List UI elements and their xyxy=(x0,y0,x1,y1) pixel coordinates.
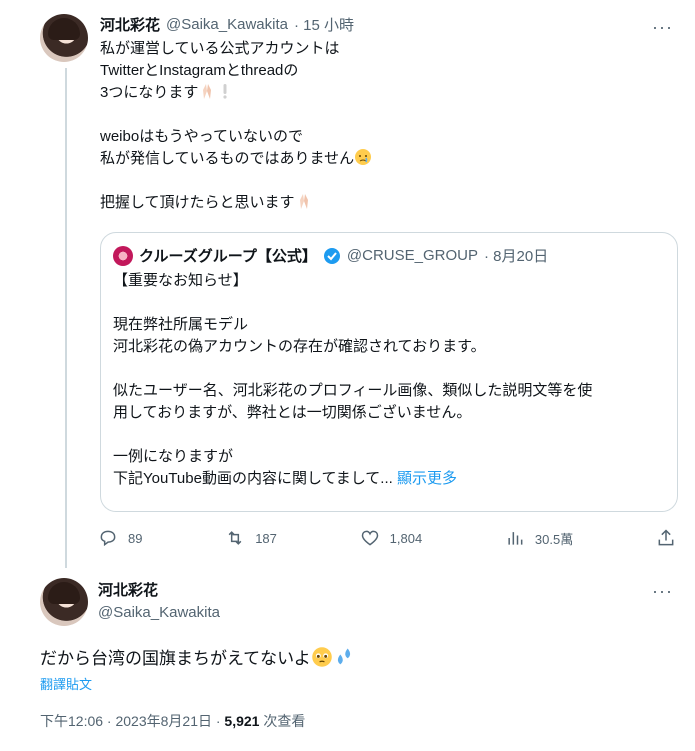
views-button[interactable]: 30.5萬 xyxy=(505,528,573,548)
quoted-tweet-card[interactable]: クルーズグループ【公式】 @CRUSE_GROUP · 8月20日 【重要なお知… xyxy=(100,232,678,512)
tweet-line: TwitterとInstagramとthreadの xyxy=(100,62,299,79)
translate-post-link[interactable]: 翻譯貼文 xyxy=(40,674,92,693)
reply-count: 89 xyxy=(128,530,143,546)
quoted-account-name: クルーズグループ【公式】 xyxy=(139,248,317,265)
quoted-account-handle: @CRUSE_GROUP xyxy=(346,247,478,264)
heart-icon xyxy=(361,530,378,546)
retweet-button[interactable]: 187 xyxy=(225,528,277,548)
views-label: 次查看 xyxy=(259,713,306,729)
author-handle[interactable]: @Saika_Kawakita xyxy=(98,602,220,624)
tweet-metadata: 下午12:06 · 2023年8月21日 · 5,921 次查看 xyxy=(40,711,305,731)
reply-icon xyxy=(100,530,116,547)
tweet-line xyxy=(100,170,670,192)
share-icon xyxy=(658,529,674,546)
analytics-icon xyxy=(508,532,523,545)
reply-tweet-header: 河北彩花 @Saika_Kawakita · 15 小時 xyxy=(100,14,354,35)
avatar[interactable] xyxy=(40,578,88,626)
sweat-droplets-emoji-icon xyxy=(337,648,350,665)
quote-line xyxy=(113,424,665,446)
tweet-line: weiboはもうやっていないので xyxy=(100,128,303,145)
quote-line: 現在弊社所属モデル xyxy=(113,316,249,333)
author-name[interactable]: 河北彩花 xyxy=(100,14,160,35)
avatar[interactable] xyxy=(40,14,88,62)
quote-line: 河北彩花の偽アカウントの存在が確認されております。 xyxy=(113,338,486,355)
more-options-icon[interactable]: ··· xyxy=(652,582,673,600)
tweet-line: 3つになります xyxy=(100,82,670,104)
tweet-timestamp[interactable]: 下午12:06 · 2023年8月21日 · xyxy=(40,713,224,729)
tweet-line: 把握して頂けたらと思います xyxy=(100,192,670,214)
tweet-line xyxy=(100,104,670,126)
quote-line xyxy=(113,358,665,380)
reply-button[interactable]: 89 xyxy=(98,528,142,548)
main-tweet-header: 河北彩花 @Saika_Kawakita xyxy=(98,580,220,624)
quote-line xyxy=(113,292,665,314)
quoted-tweet-text: 【重要なお知らせ】 現在弊社所属モデル 河北彩花の偽アカウントの存在が確認されて… xyxy=(113,270,665,490)
more-options-icon[interactable]: ··· xyxy=(652,18,673,36)
tweet-line: 私が発信しているものではありません xyxy=(100,148,670,170)
verified-badge-icon xyxy=(323,247,340,264)
quoted-tweet-date: · 8月20日 xyxy=(484,248,549,265)
quote-line: 用しておりますが、弊社とは一切関係ございません。 xyxy=(113,404,472,421)
quote-line: 似たユーザー名、河北彩花のプロフィール画像、類似した説明文等を使 xyxy=(113,382,593,399)
quoted-tweet-header: クルーズグループ【公式】 @CRUSE_GROUP · 8月20日 xyxy=(113,245,665,266)
tweet-action-bar: 89 187 1,804 30.5萬 xyxy=(98,528,676,548)
view-count: 30.5萬 xyxy=(534,531,574,547)
pleading-face-emoji-icon xyxy=(312,647,332,667)
quote-line: 下記YouTube動画の内容に関してまして... 顯示更多 xyxy=(113,470,457,487)
quoted-account-avatar xyxy=(113,245,133,266)
folded-hands-emoji-icon xyxy=(203,84,212,99)
folded-hands-emoji-icon xyxy=(299,194,308,209)
retweet-count: 187 xyxy=(255,530,277,546)
thread-connector-line xyxy=(65,68,67,568)
retweet-icon xyxy=(228,531,242,545)
show-more-link[interactable]: 顯示更多 xyxy=(397,470,457,487)
crying-face-emoji-icon xyxy=(355,149,372,165)
reply-tweet-text: 私が運営している公式アカウントは TwitterとInstagramとthrea… xyxy=(100,38,670,214)
author-name[interactable]: 河北彩花 xyxy=(98,580,220,602)
like-count: 1,804 xyxy=(389,530,423,546)
quote-line: 一例になりますが xyxy=(113,448,234,465)
like-button[interactable]: 1,804 xyxy=(360,528,423,548)
share-button[interactable] xyxy=(656,528,676,548)
views-count: 5,921 xyxy=(224,713,260,729)
tweet-time[interactable]: · 15 小時 xyxy=(294,14,354,35)
exclamation-icon xyxy=(223,84,227,99)
main-tweet-text: だから台湾の国旗まちがえてないよ xyxy=(40,646,355,671)
tweet-line: 私が運営している公式アカウントは xyxy=(100,40,340,57)
author-handle[interactable]: @Saika_Kawakita xyxy=(166,16,288,33)
quote-line: 【重要なお知らせ】 xyxy=(113,272,248,289)
